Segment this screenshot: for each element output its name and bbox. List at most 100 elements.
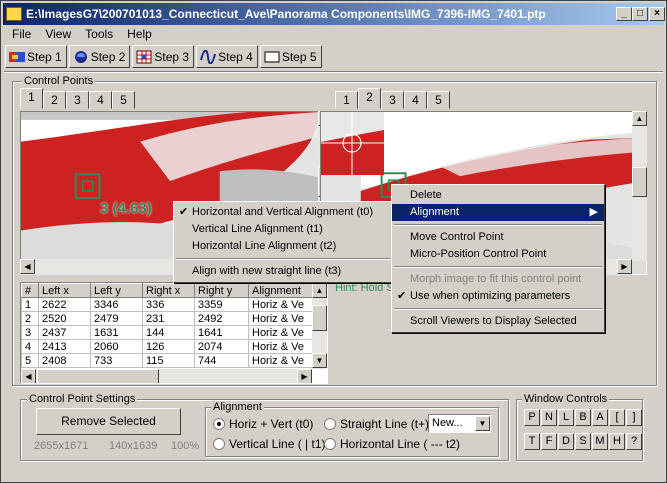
table-vscrollbar[interactable]: ▲ ▼ <box>312 283 327 369</box>
menu-tools[interactable]: Tools <box>78 25 120 43</box>
col-header-alignment[interactable]: Alignment <box>248 283 314 298</box>
menu-item-alignment[interactable]: Alignment ▶ <box>392 204 604 221</box>
radio-horizontal-line-label: Horizontal Line ( --- t2) <box>340 437 461 451</box>
menu-item-micro-position[interactable]: Micro-Position Control Point <box>392 246 604 263</box>
table-row[interactable]: 1 2622 3346 336 3359 Horiz & Ve <box>21 297 314 312</box>
left-tab-5[interactable]: 5 <box>112 91 135 109</box>
step5-button[interactable]: Step 5 <box>259 45 322 68</box>
step4-button[interactable]: Step 4 <box>196 45 258 68</box>
table-scroll-down-icon[interactable]: ▼ <box>312 353 327 368</box>
scroll-right-icon[interactable]: ▶ <box>617 259 632 274</box>
col-header-right-y[interactable]: Right y <box>194 283 249 298</box>
col-header-index[interactable]: # <box>21 283 39 298</box>
menu-item-vertical-alignment[interactable]: Vertical Line Alignment (t1) <box>174 221 392 238</box>
step1-button[interactable]: Step 1 <box>5 45 67 68</box>
window-control-button[interactable]: A <box>592 409 608 426</box>
cell: Horiz & Ve <box>248 297 314 312</box>
menu-item-delete[interactable]: Delete <box>392 187 604 204</box>
zoom-loupe <box>321 112 384 175</box>
step2-label: Step 2 <box>90 49 126 64</box>
table-header-row: # Left x Left y Right x Right y Alignmen… <box>21 283 314 298</box>
close-button[interactable]: × <box>649 7 665 21</box>
right-tab-5[interactable]: 5 <box>427 91 450 109</box>
table-scroll-right-icon[interactable]: ▶ <box>297 369 312 383</box>
remove-selected-button[interactable]: Remove Selected <box>36 408 181 435</box>
menu-item-straight-line[interactable]: Align with new straight line (t3) <box>174 263 392 280</box>
right-vscroll-thumb[interactable] <box>632 167 647 197</box>
scroll-left-icon[interactable]: ◀ <box>20 259 35 274</box>
window-control-button[interactable]: T <box>524 433 540 450</box>
table-hscroll-thumb[interactable] <box>37 369 159 383</box>
step1-icon <box>9 51 25 62</box>
left-tab-2[interactable]: 2 <box>43 91 66 109</box>
menu-item-horizontal-alignment[interactable]: Horizontal Line Alignment (t2) <box>174 238 392 255</box>
control-point-table[interactable]: # Left x Left y Right x Right y Alignmen… <box>20 282 328 384</box>
left-tab-4[interactable]: 4 <box>89 91 112 109</box>
right-tab-1[interactable]: 1 <box>335 91 358 109</box>
radio-icon <box>324 418 336 430</box>
step2-button[interactable]: Step 2 <box>68 45 131 68</box>
right-scroll-up-icon[interactable]: ▲ <box>632 111 647 126</box>
minimize-button[interactable]: _ <box>616 7 632 21</box>
right-hscrollbar[interactable]: ▶ <box>601 259 632 275</box>
cell: 2479 <box>90 311 143 326</box>
menu-item-label: Alignment <box>410 206 459 218</box>
cell: 2492 <box>194 311 249 326</box>
window-control-button[interactable]: ] <box>626 409 642 426</box>
window-control-button[interactable]: ? <box>626 433 642 450</box>
right-tab-4[interactable]: 4 <box>404 91 427 109</box>
title-bar[interactable]: E:\ImagesG7\200701013_Connecticut_Ave\Pa… <box>3 3 665 25</box>
menu-item-use-optimizing[interactable]: ✔ Use when optimizing parameters <box>392 288 604 305</box>
right-tab-3[interactable]: 3 <box>381 91 404 109</box>
maximize-button[interactable]: □ <box>632 7 648 21</box>
window-control-button[interactable]: S <box>575 433 591 450</box>
cell: 1631 <box>90 325 143 340</box>
radio-horiz-vert[interactable]: Horiz + Vert (t0) <box>213 417 313 431</box>
cell: Horiz & Ve <box>248 339 314 354</box>
right-image-tabs: 1 2 3 4 5 <box>335 88 450 109</box>
menu-item-hv-alignment[interactable]: ✔ Horizontal and Vertical Alignment (t0) <box>174 204 392 221</box>
window-control-button[interactable]: F <box>541 433 557 450</box>
col-header-left-x[interactable]: Left x <box>38 283 91 298</box>
table-scroll-left-icon[interactable]: ◀ <box>21 369 36 383</box>
window-control-button[interactable]: P <box>524 409 540 426</box>
step1-label: Step 1 <box>27 49 62 64</box>
radio-vertical-line[interactable]: Vertical Line ( | t1) <box>213 437 326 451</box>
menu-item-scroll-viewers[interactable]: Scroll Viewers to Display Selected <box>392 313 604 330</box>
cell: 3346 <box>90 297 143 312</box>
window-control-button[interactable]: H <box>609 433 625 450</box>
table-row[interactable]: 5 2408 733 115 744 Horiz & Ve <box>21 353 314 368</box>
cell: 733 <box>90 353 143 368</box>
col-header-left-y[interactable]: Left y <box>90 283 143 298</box>
window-control-button[interactable]: B <box>575 409 591 426</box>
col-header-right-x[interactable]: Right x <box>142 283 195 298</box>
radio-straight-line[interactable]: Straight Line (t+): <box>324 417 432 431</box>
right-vscrollbar[interactable]: ▲ <box>632 111 647 261</box>
window-control-button[interactable]: L <box>558 409 574 426</box>
menu-item-label: Horizontal Line Alignment (t2) <box>192 240 337 252</box>
menu-view[interactable]: View <box>38 25 78 43</box>
table-row[interactable]: 4 2413 2060 126 2074 Horiz & Ve <box>21 339 314 354</box>
window-control-button[interactable]: [ <box>609 409 625 426</box>
step3-button[interactable]: Step 3 <box>132 45 195 68</box>
radio-horizontal-line[interactable]: Horizontal Line ( --- t2) <box>324 437 460 451</box>
menu-help[interactable]: Help <box>120 25 159 43</box>
table-hscrollbar[interactable]: ◀ ▶ <box>21 369 312 383</box>
dropdown-arrow-icon[interactable]: ▼ <box>475 416 490 431</box>
table-row[interactable]: 3 2437 1631 144 1641 Horiz & Ve <box>21 325 314 340</box>
check-icon: ✔ <box>179 206 189 218</box>
left-tab-3[interactable]: 3 <box>66 91 89 109</box>
window-control-button[interactable]: N <box>541 409 557 426</box>
right-tab-2[interactable]: 2 <box>358 88 381 109</box>
window-control-button[interactable]: M <box>592 433 608 450</box>
table-row[interactable]: 2 2520 2479 231 2492 Horiz & Ve <box>21 311 314 326</box>
window-control-button[interactable]: D <box>558 433 574 450</box>
table-scroll-up-icon[interactable]: ▲ <box>312 283 327 298</box>
menu-file[interactable]: File <box>5 25 38 43</box>
table-vscroll-thumb[interactable] <box>312 305 327 331</box>
menu-item-move[interactable]: Move Control Point <box>392 229 604 246</box>
straight-line-select[interactable]: New... ▼ <box>428 414 491 433</box>
menu-separator <box>176 258 390 260</box>
left-tab-1[interactable]: 1 <box>20 88 43 109</box>
cell: 3 <box>21 325 39 340</box>
